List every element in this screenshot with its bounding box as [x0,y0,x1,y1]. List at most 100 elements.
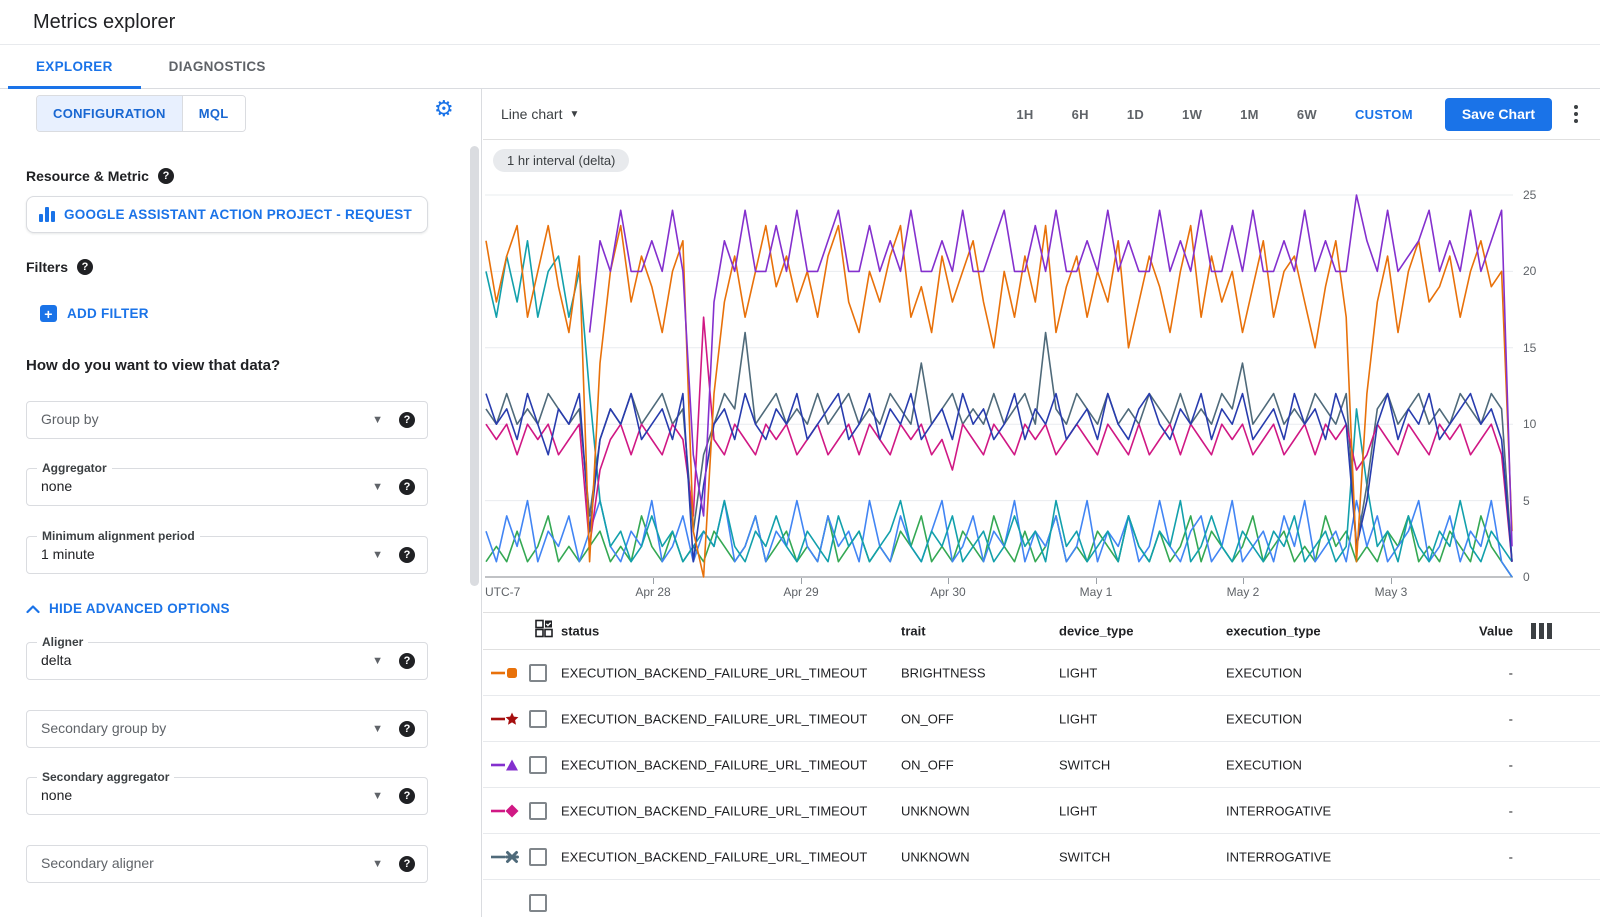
tab-explorer[interactable]: EXPLORER [8,45,141,88]
chevron-down-icon[interactable]: ▼ [372,414,383,426]
chart-toolbar: Line chart ▼ 1H 6H 1D 1W 1M 6W CUSTOM Sa… [483,89,1600,140]
row-checkbox[interactable] [529,756,547,774]
cell-trait: ON_OFF [901,711,954,726]
cell-device-type: SWITCH [1059,849,1110,864]
add-filter-button[interactable]: + ADD FILTER [40,305,149,322]
aggregator-label: Aggregator [37,461,112,475]
table-row-partial[interactable] [483,880,1600,917]
table-row[interactable]: EXECUTION_BACKEND_FAILURE_URL_TIMEOUT BR… [483,650,1600,696]
series-swatch-x [491,849,521,865]
range-6w-button[interactable]: 6W [1297,101,1317,128]
row-checkbox[interactable] [529,664,547,682]
timezone-label: UTC-7 [485,585,520,599]
column-header-status[interactable]: status [561,624,599,639]
chevron-down-icon[interactable]: ▼ [372,481,383,493]
tab-diagnostics[interactable]: DIAGNOSTICS [141,45,294,88]
row-checkbox[interactable] [529,848,547,866]
cell-value: - [1383,849,1513,864]
chevron-down-icon[interactable]: ▼ [372,549,383,561]
x-tick-label: May 1 [1061,585,1131,599]
cell-trait: UNKNOWN [901,849,970,864]
chevron-down-icon[interactable]: ▼ [372,655,383,667]
range-1h-button[interactable]: 1H [1016,101,1033,128]
min-alignment-select[interactable]: Minimum alignment period 1 minute ▼ ? [26,536,428,574]
help-icon[interactable]: ? [399,479,415,495]
add-filter-label: ADD FILTER [67,306,149,321]
help-icon[interactable]: ? [399,547,415,563]
secondary-group-by-placeholder: Secondary group by [41,720,166,736]
aligner-select[interactable]: Aligner delta ▼ ? [26,642,428,680]
column-header-value[interactable]: Value [1383,624,1513,639]
x-tick-label: Apr 30 [913,585,983,599]
column-header-execution-type[interactable]: execution_type [1226,624,1321,639]
chevron-down-icon[interactable]: ▼ [372,723,383,735]
column-header-device-type[interactable]: device_type [1059,624,1133,639]
chevron-down-icon[interactable]: ▼ [372,790,383,802]
tab-bar: EXPLORER DIAGNOSTICS [0,45,1600,89]
help-icon[interactable]: ? [399,653,415,669]
filters-label: Filters [26,259,68,275]
app-header: Metrics explorer [0,0,1600,45]
column-header-trait[interactable]: trait [901,624,926,639]
cell-value: - [1383,757,1513,772]
table-row[interactable]: EXECUTION_BACKEND_FAILURE_URL_TIMEOUT ON… [483,696,1600,742]
help-icon[interactable]: ? [399,788,415,804]
secondary-aggregator-label: Secondary aggregator [37,770,174,784]
more-options-kebab-icon[interactable] [1566,105,1586,123]
range-1d-button[interactable]: 1D [1127,101,1144,128]
table-row[interactable]: EXECUTION_BACKEND_FAILURE_URL_TIMEOUT UN… [483,834,1600,880]
range-6h-button[interactable]: 6H [1072,101,1089,128]
y-tick-label: 5 [1523,494,1557,508]
secondary-aligner-select[interactable]: Secondary aligner ▼ ? [26,845,428,883]
filters-section: Filters ? [26,259,93,275]
aggregator-value: none [41,478,72,494]
help-icon[interactable]: ? [399,721,415,737]
table-row[interactable]: EXECUTION_BACKEND_FAILURE_URL_TIMEOUT UN… [483,788,1600,834]
cell-device-type: LIGHT [1059,711,1097,726]
resource-metric-button[interactable]: GOOGLE ASSISTANT ACTION PROJECT - REQUES… [26,196,428,233]
x-tick-mark [1096,578,1097,584]
cell-trait: ON_OFF [901,757,954,772]
column-settings-icon[interactable] [1531,623,1552,639]
secondary-aggregator-select[interactable]: Secondary aggregator none ▼ ? [26,777,428,815]
time-range-group: 1H 6H 1D 1W 1M 6W CUSTOM Save Chart [1016,98,1600,131]
row-checkbox[interactable] [529,802,547,820]
group-by-select[interactable]: Group by ▼ ? [26,401,428,439]
x-axis: UTC-7 Apr 28Apr 29Apr 30May 1May 2May 3 [485,581,1545,597]
y-tick-label: 10 [1523,417,1557,431]
help-icon[interactable]: ? [77,259,93,275]
view-data-question: How do you want to view that data? [26,357,280,374]
secondary-group-by-select[interactable]: Secondary group by ▼ ? [26,710,428,748]
row-checkbox[interactable] [529,894,547,912]
series-swatch-triangle [491,757,521,773]
range-1w-button[interactable]: 1W [1182,101,1202,128]
cell-execution-type: INTERROGATIVE [1226,849,1331,864]
cell-status: EXECUTION_BACKEND_FAILURE_URL_TIMEOUT [561,757,867,772]
hide-advanced-options-button[interactable]: HIDE ADVANCED OPTIONS [26,601,230,616]
help-icon[interactable]: ? [158,168,174,184]
line-chart-svg [485,185,1513,578]
configuration-toggle-button[interactable]: CONFIGURATION [37,96,182,131]
select-all-icon[interactable] [535,620,553,643]
save-chart-button[interactable]: Save Chart [1445,98,1552,131]
chevron-down-icon: ▼ [569,109,579,120]
chevron-down-icon[interactable]: ▼ [372,858,383,870]
help-icon[interactable]: ? [399,856,415,872]
table-row[interactable]: EXECUTION_BACKEND_FAILURE_URL_TIMEOUT ON… [483,742,1600,788]
settings-gear-icon[interactable]: ⚙ [434,98,454,120]
cell-status: EXECUTION_BACKEND_FAILURE_URL_TIMEOUT [561,665,867,680]
help-icon[interactable]: ? [399,412,415,428]
cell-status: EXECUTION_BACKEND_FAILURE_URL_TIMEOUT [561,849,867,864]
range-custom-button[interactable]: CUSTOM [1355,107,1413,122]
line-chart[interactable] [485,185,1513,578]
left-panel-scrollbar[interactable] [470,146,479,586]
row-checkbox[interactable] [529,710,547,728]
range-1m-button[interactable]: 1M [1240,101,1259,128]
cell-execution-type: EXECUTION [1226,757,1302,772]
x-tick-mark [801,578,802,584]
aggregator-select[interactable]: Aggregator none ▼ ? [26,468,428,506]
chart-type-dropdown[interactable]: Line chart ▼ [501,106,579,122]
secondary-aggregator-value: none [41,787,72,803]
mql-toggle-button[interactable]: MQL [182,96,245,131]
chevron-up-icon [26,604,40,614]
